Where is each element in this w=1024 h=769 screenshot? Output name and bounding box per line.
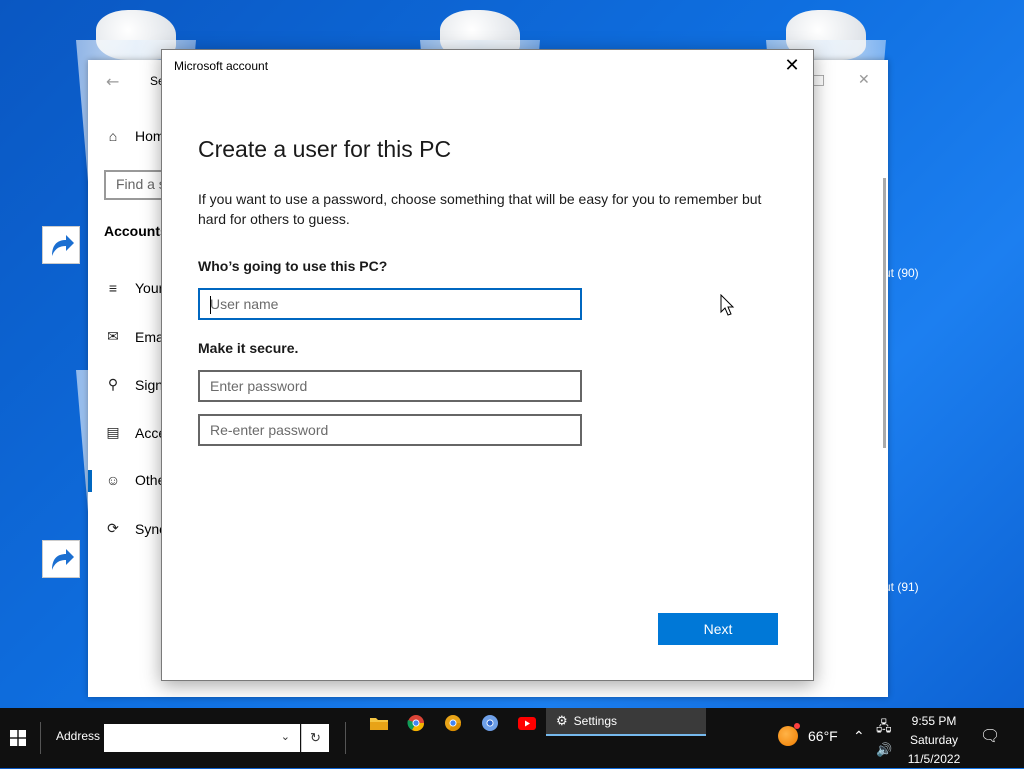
divider (345, 722, 346, 754)
windows-logo-icon (10, 730, 26, 746)
weather-sun-icon (778, 723, 800, 746)
gear-icon: ⚙ (556, 713, 568, 728)
dialog-title: Microsoft account (174, 59, 269, 73)
sidebar-item-home[interactable]: ⌂ Hom (104, 128, 165, 144)
start-button[interactable] (0, 708, 36, 768)
next-button[interactable]: Next (658, 613, 778, 645)
chevron-up-icon[interactable]: ⌃ (853, 728, 865, 745)
chevron-down-icon[interactable]: ⌄ (281, 730, 290, 743)
close-icon[interactable]: ✕ (858, 72, 870, 88)
sync-icon: ⟳ (107, 520, 119, 536)
address-input[interactable]: ⌄ (104, 724, 300, 752)
volume-icon[interactable]: 🔊 (876, 742, 892, 758)
chrome-icon[interactable] (401, 710, 431, 736)
secure-label: Make it secure. (198, 340, 299, 356)
divider (40, 722, 41, 754)
clock-day: Saturday (909, 733, 959, 747)
back-arrow-icon[interactable]: ← (106, 72, 119, 91)
refresh-icon: ↻ (310, 730, 321, 745)
key-icon: ⚲ (107, 376, 119, 392)
taskbar-app-label: Settings (573, 714, 618, 728)
sidebar-item-label: Sign (135, 376, 164, 393)
section-heading: Accounts (104, 223, 168, 239)
sidebar-item-sign-in[interactable]: ⚲ Sign (104, 376, 163, 393)
reenter-password-input[interactable] (198, 414, 582, 446)
shortcut-icon[interactable] (42, 540, 80, 578)
briefcase-icon: ▤ (106, 424, 120, 440)
sidebar-item-access[interactable]: ▤ Acce (104, 424, 166, 441)
home-icon: ⌂ (108, 128, 118, 144)
who-label: Who’s going to use this PC? (198, 258, 388, 274)
chrome-canary-icon[interactable] (438, 710, 468, 736)
close-icon: ✕ (784, 55, 800, 76)
chromium-icon[interactable] (475, 710, 505, 736)
taskbar: Address ⌄ ↻ ⚙ Settings 66°F ⌃ 🖧 🔊 9:55 P… (0, 708, 1024, 768)
sidebar-item-label: Ema (135, 328, 164, 345)
notification-icon[interactable]: 🗨 (980, 726, 1000, 746)
close-button[interactable]: ✕ (778, 54, 806, 78)
scrollbar[interactable] (883, 178, 886, 448)
taskbar-settings-button[interactable]: ⚙ Settings (546, 708, 706, 736)
sidebar-item-label: Your (135, 280, 164, 296)
desktop-icon-label: ut (91) (884, 580, 919, 594)
user-info-icon: ≡ (108, 280, 118, 296)
youtube-icon[interactable] (512, 710, 542, 736)
add-user-icon: ☺ (105, 472, 121, 488)
desktop-icon-label: ut (90) (884, 266, 919, 280)
refresh-button[interactable]: ↻ (301, 724, 329, 752)
selected-indicator (88, 470, 92, 492)
description-text: If you want to use a password, choose so… (198, 191, 762, 227)
shortcut-icon[interactable] (42, 226, 80, 264)
weather-widget[interactable]: 66°F (778, 723, 838, 746)
sidebar-item-other-users[interactable]: ☺ Othe (104, 472, 166, 488)
weather-temp: 66°F (808, 728, 838, 744)
username-input[interactable] (198, 288, 582, 320)
network-icon[interactable]: 🖧 (876, 716, 892, 740)
mail-icon: ✉ (107, 328, 119, 344)
clock-time: 9:55 PM (911, 714, 957, 728)
clock-date: 11/5/2022 (907, 752, 961, 766)
microsoft-account-dialog: Microsoft account ✕ Create a user for th… (161, 49, 814, 681)
clock[interactable]: 9:55 PM Saturday 11/5/2022 (900, 712, 968, 769)
file-explorer-icon[interactable] (364, 710, 394, 736)
mouse-cursor-icon (720, 294, 735, 316)
sidebar-item-sync[interactable]: ⟳ Sync (104, 520, 166, 537)
text-caret (210, 296, 211, 314)
page-title: Create a user for this PC (198, 136, 452, 162)
password-input[interactable] (198, 370, 582, 402)
address-label: Address (56, 729, 101, 743)
sidebar-item-email[interactable]: ✉ Ema (104, 328, 164, 345)
sidebar-item-your-info[interactable]: ≡ Your (104, 280, 163, 296)
